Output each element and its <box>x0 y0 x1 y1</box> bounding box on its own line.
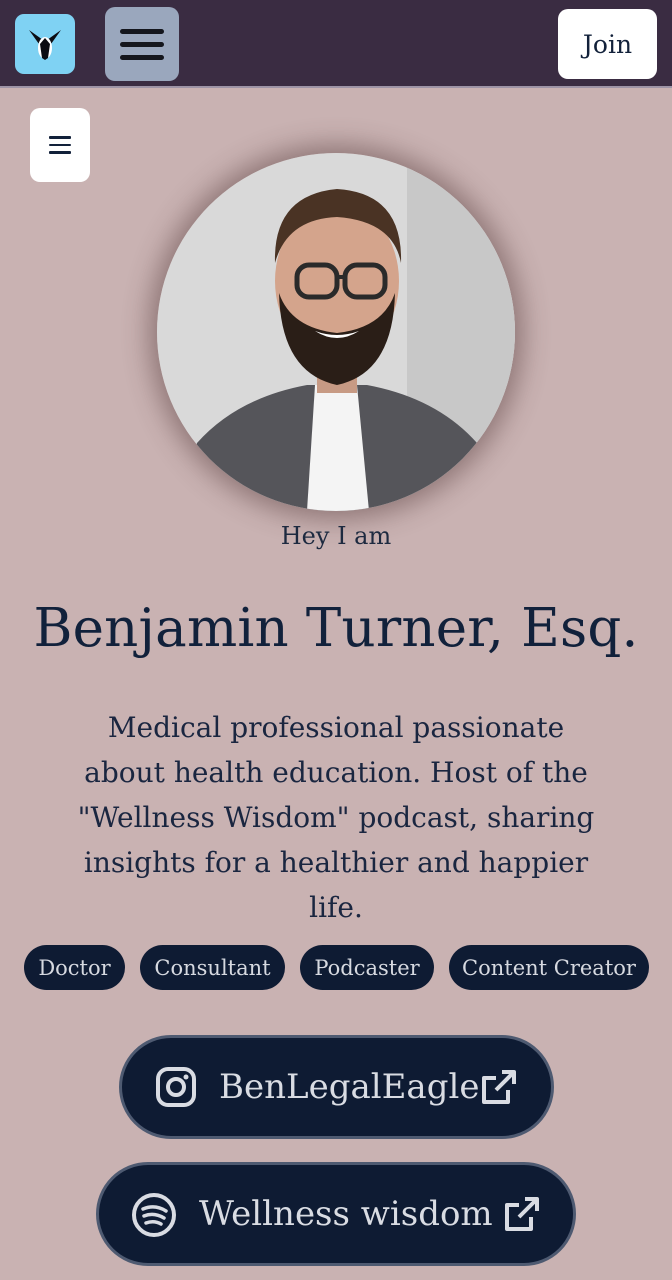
profile-avatar <box>157 153 515 511</box>
menu-bar <box>120 28 164 34</box>
spotify-link-button[interactable]: Wellness wisdom <box>96 1162 576 1266</box>
spotify-icon <box>131 1192 177 1238</box>
menu-bar <box>49 136 71 139</box>
tag-doctor: Doctor <box>24 945 125 990</box>
top-navigation-bar: Join <box>0 0 672 88</box>
menu-bar <box>120 54 164 60</box>
menu-bar <box>120 41 164 47</box>
join-button[interactable]: Join <box>558 9 657 79</box>
external-link-icon <box>501 1195 541 1235</box>
profile-bio: Medical professional passionate about he… <box>77 711 595 924</box>
tag-podcaster: Podcaster <box>300 945 434 990</box>
menu-bar <box>49 151 71 154</box>
profile-name: Benjamin Turner, Esq. <box>33 598 639 659</box>
instagram-icon <box>154 1065 198 1109</box>
menu-bar <box>49 143 71 147</box>
app-logo[interactable] <box>15 14 75 74</box>
main-menu-button[interactable] <box>105 7 179 81</box>
spotify-link-label: Wellness wisdom <box>199 1194 493 1234</box>
logo-icon <box>29 30 61 60</box>
avatar-portrait <box>157 153 515 511</box>
tag-content-creator: Content Creator <box>449 945 649 990</box>
greeting-text: Hey I am <box>280 522 392 550</box>
external-link-icon <box>478 1068 518 1108</box>
tag-consultant: Consultant <box>140 945 285 990</box>
instagram-link-button[interactable]: BenLegalEagle <box>119 1035 554 1139</box>
instagram-link-label: BenLegalEagle <box>219 1067 480 1107</box>
profile-menu-button[interactable] <box>30 108 90 182</box>
